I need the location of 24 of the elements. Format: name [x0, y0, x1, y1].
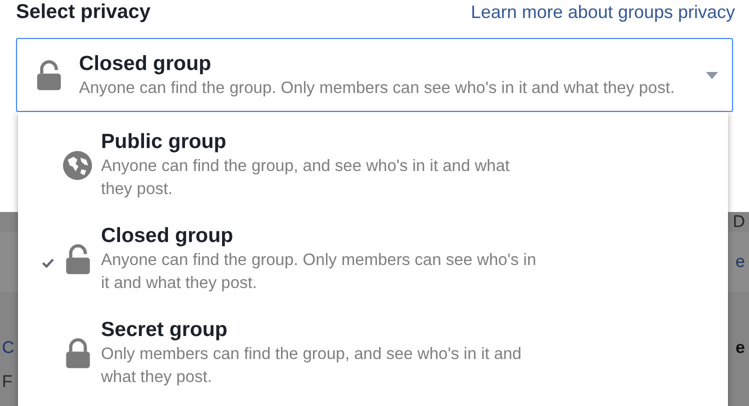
- selected-option-description: Anyone can find the group. Only members can see who's in it and what they post.: [79, 78, 676, 98]
- option-description: Anyone can find the group, and see who's in it and what they post.: [101, 156, 511, 200]
- background-text: F: [2, 372, 12, 392]
- open-padlock-icon: [64, 244, 90, 274]
- option-title: Secret group: [101, 317, 228, 343]
- background-text: D: [732, 212, 745, 232]
- privacy-option[interactable]: Closed group Anyone can find the group. Only members can see who's in it and what they post.: [18, 212, 728, 306]
- learn-more-link[interactable]: Learn more about groups privacy: [470, 2, 735, 23]
- section-title: Select privacy: [16, 1, 151, 24]
- privacy-option[interactable]: Secret group Only members can find the group, and see who's in it and what they post.: [18, 306, 728, 400]
- caret-icon: [706, 72, 718, 78]
- background-text: C: [2, 338, 14, 358]
- option-title: Public group: [101, 129, 228, 155]
- option-title: Closed group: [101, 223, 234, 249]
- selected-option-title: Closed group: [79, 50, 212, 76]
- globe-icon: [62, 150, 93, 180]
- background-text: e: [736, 338, 745, 358]
- open-padlock-icon: [36, 60, 62, 90]
- privacy-option[interactable]: Public group Anyone can find the group, and see who's in it and what they post.: [18, 118, 728, 212]
- privacy-select[interactable]: Closed group Anyone can find the group. Only members can see who's in it and what they post.: [16, 38, 733, 112]
- option-description: Anyone can find the group. Only members can see who's in it and what they post.: [101, 250, 538, 294]
- padlock-icon: [64, 338, 90, 368]
- background-text: e: [736, 252, 745, 272]
- option-description: Only members can find the group, and see who's in it and what they post.: [101, 344, 522, 388]
